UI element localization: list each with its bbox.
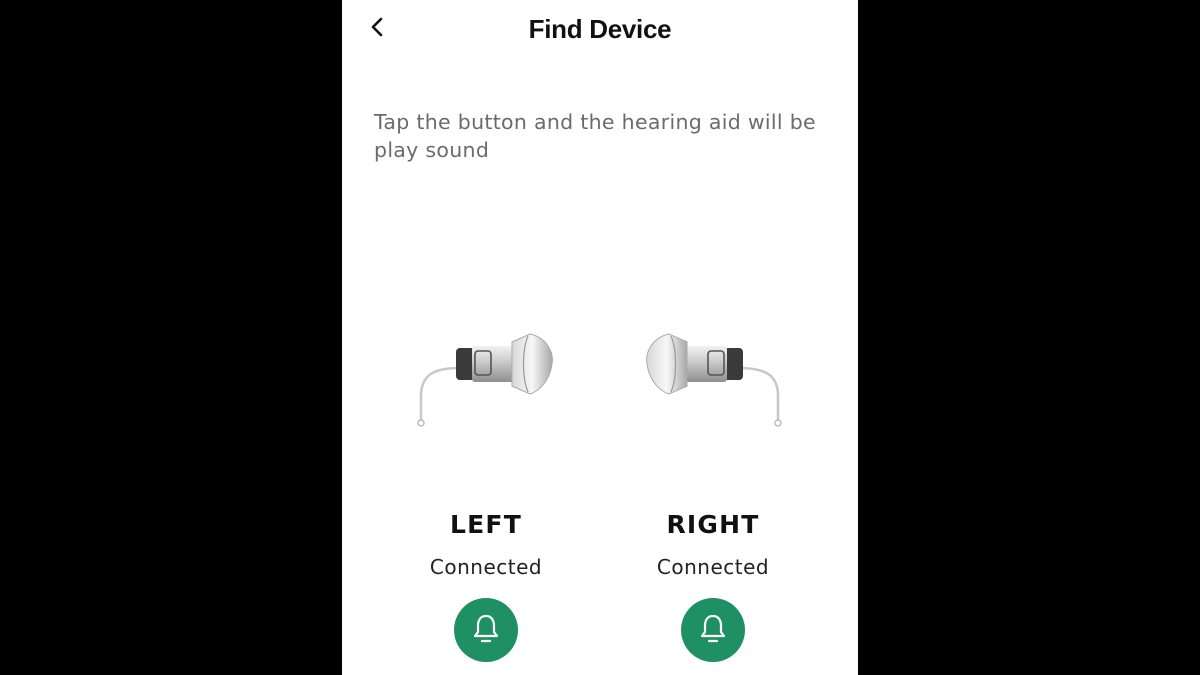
- right-device-panel: RIGHT Connected: [599, 320, 827, 675]
- phone-screen: Find Device Tap the button and the heari…: [342, 0, 858, 675]
- right-hearing-aid-image: [599, 320, 827, 440]
- instructions-text: Tap the button and the hearing aid will …: [374, 110, 816, 162]
- page-title: Find Device: [528, 14, 672, 44]
- left-hearing-aid-image: [372, 320, 600, 440]
- left-status-text: Connected: [429, 555, 543, 579]
- right-status-text: Connected: [656, 555, 770, 579]
- left-play-sound-button[interactable]: [454, 598, 518, 662]
- bell-icon: [696, 611, 730, 650]
- left-side-label: LEFT: [450, 510, 522, 539]
- left-device-panel: LEFT Connected: [372, 320, 600, 675]
- right-side-label: RIGHT: [666, 510, 760, 539]
- right-play-sound-button[interactable]: [681, 598, 745, 662]
- bell-icon: [469, 611, 503, 650]
